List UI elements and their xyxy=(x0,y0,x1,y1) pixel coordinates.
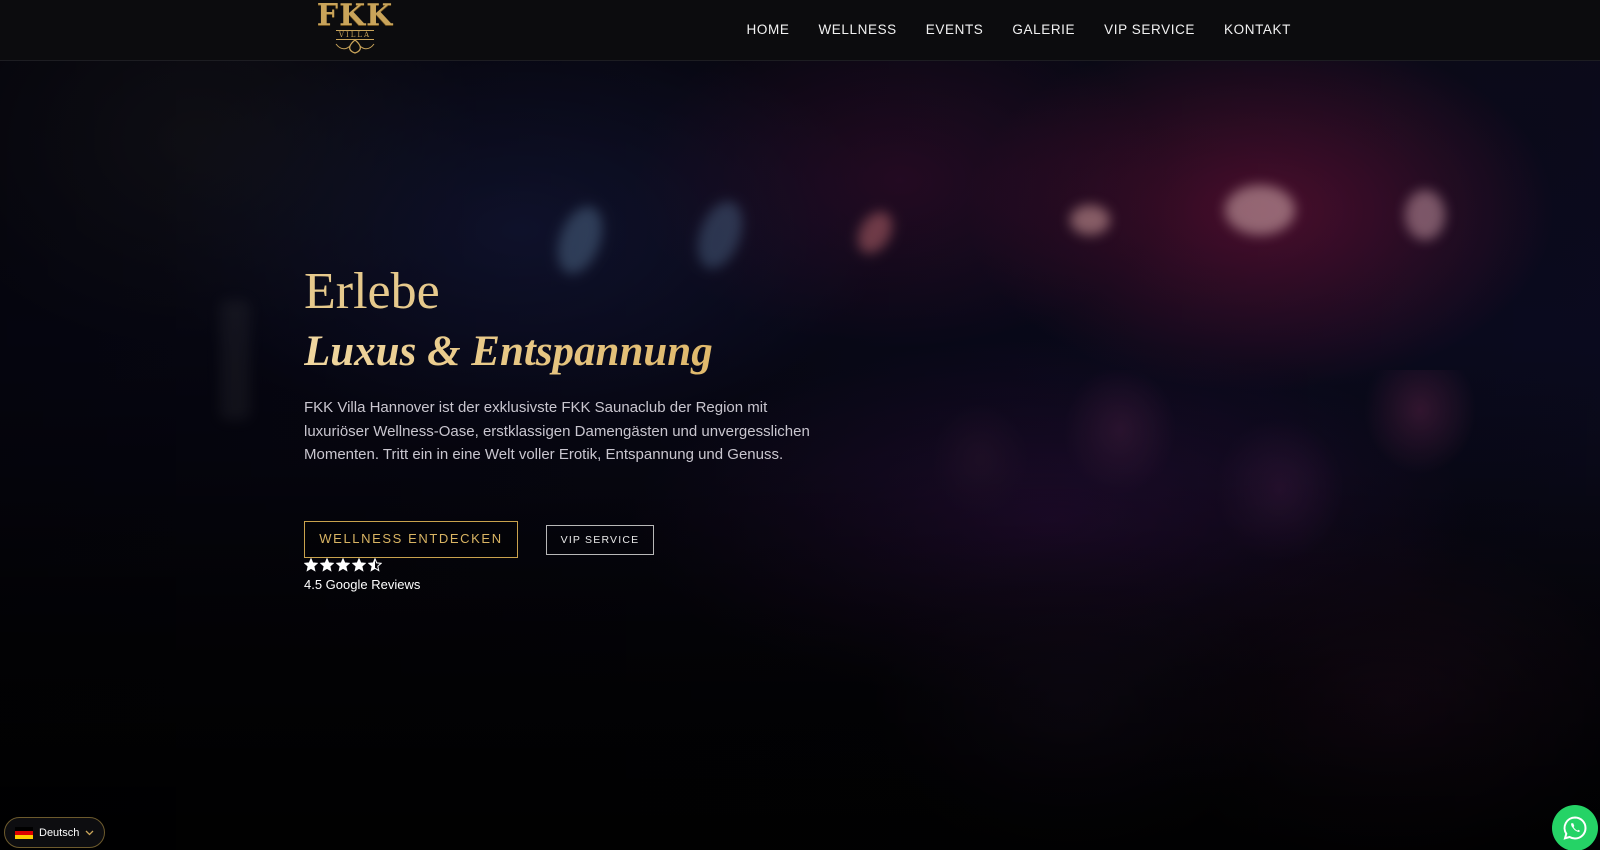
nav-vip-service[interactable]: VIP SERVICE xyxy=(1104,21,1195,39)
star-full-icon xyxy=(336,558,350,572)
nav-wellness[interactable]: WELLNESS xyxy=(818,21,896,39)
hero-buttons: WELLNESS ENTDECKEN VIP SERVICE xyxy=(304,521,654,558)
google-rating: 4.5 Google Reviews xyxy=(304,558,420,592)
whatsapp-button[interactable] xyxy=(1552,805,1598,850)
language-label: Deutsch xyxy=(39,826,80,839)
rating-stars xyxy=(304,558,420,574)
star-half-icon xyxy=(368,558,382,572)
hero-content: Erlebe Luxus & Entspannung FKK Villa Han… xyxy=(304,262,864,467)
star-full-icon xyxy=(352,558,366,572)
wellness-entdecken-button[interactable]: WELLNESS ENTDECKEN xyxy=(304,521,518,558)
chevron-down-icon xyxy=(85,830,94,835)
logo-title: FKK xyxy=(316,0,394,33)
star-full-icon xyxy=(304,558,318,572)
logo-ornament-icon xyxy=(335,39,375,54)
hero-headline: Erlebe xyxy=(304,263,440,320)
nav-home[interactable]: HOME xyxy=(747,21,790,39)
site-logo[interactable]: FKK VILLA xyxy=(306,0,404,58)
nav-kontakt[interactable]: KONTAKT xyxy=(1224,21,1291,39)
vip-service-button[interactable]: VIP SERVICE xyxy=(546,524,654,555)
star-full-icon xyxy=(320,558,334,572)
nav-galerie[interactable]: GALERIE xyxy=(1012,21,1075,39)
rating-label: 4.5 Google Reviews xyxy=(304,577,421,592)
hero-subheadline: Luxus & Entspannung xyxy=(304,326,864,378)
germany-flag-icon xyxy=(15,826,33,839)
whatsapp-icon xyxy=(1563,816,1587,840)
site-header: FKK VILLA HOME WELLNESS EVENTS GALERIE V… xyxy=(0,0,1600,61)
nav-events[interactable]: EVENTS xyxy=(926,21,984,39)
hero-description: FKK Villa Hannover ist der exklusivste F… xyxy=(304,399,810,463)
main-navigation: HOME WELLNESS EVENTS GALERIE VIP SERVICE… xyxy=(747,21,1291,39)
language-selector[interactable]: Deutsch xyxy=(4,817,105,848)
